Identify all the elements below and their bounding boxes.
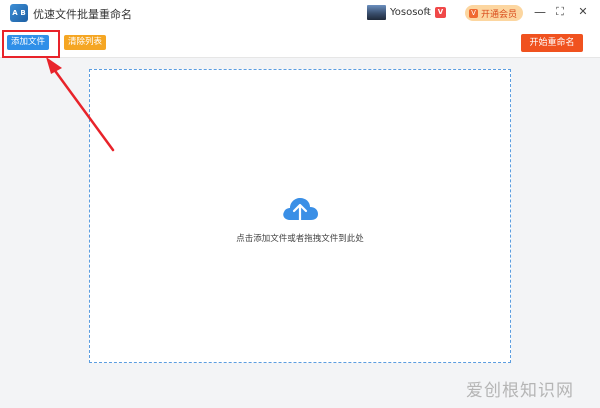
cloud-upload-icon[interactable] xyxy=(281,196,319,224)
vip-icon: V xyxy=(469,8,478,18)
drop-hint-text: 点击添加文件或者拖拽文件到此处 xyxy=(236,234,364,244)
open-vip-label: 开通会员 xyxy=(481,9,518,20)
watermark-text: 爱创根知识网 xyxy=(466,381,574,401)
logo-letter-a: A xyxy=(12,8,18,17)
app-title: 优速文件批量重命名 xyxy=(33,8,132,21)
start-rename-button[interactable]: 开始重命名 xyxy=(521,34,583,52)
chevron-down-icon[interactable]: ⌄ xyxy=(424,7,432,17)
app-logo-icon: A B xyxy=(10,4,28,22)
highlight-annotation-box xyxy=(2,30,60,58)
maximize-button[interactable]: ⛶ xyxy=(553,5,567,19)
minimize-button[interactable]: — xyxy=(533,5,547,19)
vip-badge-icon: V xyxy=(435,7,446,18)
title-bar: A B 优速文件批量重命名 Yososoft ⌄ V V 开通会员 — ⛶ ✕ xyxy=(0,0,600,26)
clear-list-button[interactable]: 清除列表 xyxy=(64,35,106,50)
close-button[interactable]: ✕ xyxy=(576,5,590,19)
open-vip-button[interactable]: V 开通会员 xyxy=(465,5,523,21)
user-avatar[interactable] xyxy=(367,5,386,20)
logo-letter-b: B xyxy=(20,8,26,17)
